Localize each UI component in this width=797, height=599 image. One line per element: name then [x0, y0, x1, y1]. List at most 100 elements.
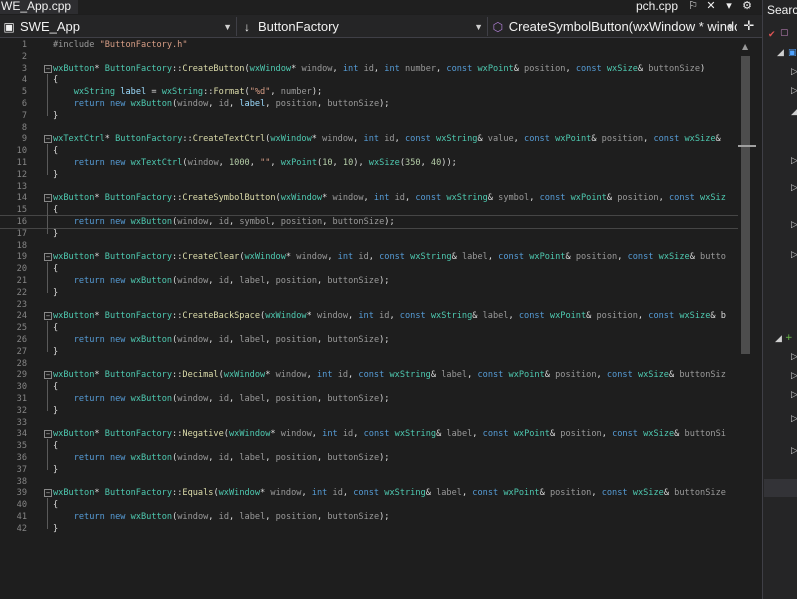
code-line[interactable]: 21 return new wxButton(window, id, label…: [0, 275, 738, 287]
code-line[interactable]: 31 return new wxButton(window, id, label…: [0, 393, 738, 405]
code-line[interactable]: 30 {: [0, 381, 738, 393]
expander-collapsed-icon[interactable]: ▷: [791, 220, 797, 230]
pin-icon[interactable]: ⚐: [687, 0, 699, 14]
code-line[interactable]: 22}: [0, 287, 738, 299]
tab-swe-app-cpp-label: WE_App.cpp: [1, 0, 72, 13]
code-line[interactable]: 11 return new wxTextCtrl(window, 1000, "…: [0, 157, 738, 169]
code-line[interactable]: 5 wxString label = wxString::Format("%d"…: [0, 86, 738, 98]
collapse-region-icon[interactable]: −: [44, 312, 52, 321]
code-line[interactable]: 42}: [0, 523, 738, 535]
code-line[interactable]: 6 return new wxButton(window, id, label,…: [0, 98, 738, 110]
collapse-region-icon[interactable]: −: [44, 430, 52, 439]
code-line[interactable]: 34 − wxButton* ButtonFactory::Negative(wxW…: [0, 428, 738, 440]
code-line[interactable]: 20 {: [0, 263, 738, 275]
line-number: 42: [16, 523, 27, 534]
collapse-region-icon[interactable]: −: [44, 135, 52, 144]
scroll-up-icon[interactable]: ▲: [742, 42, 748, 51]
code-line[interactable]: 9 − wxTextCtrl* ButtonFactory::CreateTextC…: [0, 133, 738, 145]
code-line[interactable]: 2: [0, 51, 738, 63]
line-number: 14: [16, 193, 27, 204]
code-line[interactable]: 23: [0, 299, 738, 311]
code-line[interactable]: 26 return new wxButton(window, id, label…: [0, 334, 738, 346]
expander-collapsed-icon[interactable]: ▷: [791, 156, 797, 166]
code-text: wxButton* ButtonFactory::CreateSymbolBut…: [53, 193, 726, 204]
line-number: 11: [16, 158, 27, 168]
code-line[interactable]: 40 {: [0, 499, 738, 511]
code-text: wxTextCtrl* ButtonFactory::CreateTextCtr…: [53, 134, 726, 145]
code-text: }: [53, 464, 59, 475]
code-line[interactable]: 37}: [0, 464, 738, 476]
code-line[interactable]: 28: [0, 358, 738, 370]
code-line[interactable]: 4{: [0, 74, 738, 86]
solution-search-label: Searc: [767, 3, 797, 17]
expander-collapsed-icon[interactable]: ▷: [791, 250, 797, 260]
code-line[interactable]: 38: [0, 476, 738, 488]
chevron-down-icon[interactable]: ▾: [723, 0, 735, 14]
scrollbar-thumb[interactable]: [741, 56, 750, 354]
collapse-region-icon[interactable]: −: [44, 489, 52, 498]
expander-collapsed-icon[interactable]: ▷: [791, 414, 797, 424]
code-editor[interactable]: 1 #include "ButtonFactory.h" 2 3− wxButton* …: [0, 38, 738, 599]
code-line[interactable]: 36 return new wxButton(window, id, label…: [0, 452, 738, 464]
scope-dropdown[interactable]: ↓ ButtonFactory ▼: [240, 17, 485, 36]
collapse-region-icon[interactable]: −: [44, 253, 52, 262]
close-icon[interactable]: ✕: [705, 0, 717, 14]
code-line[interactable]: 33: [0, 417, 738, 429]
expander-collapsed-icon[interactable]: ▷: [791, 446, 797, 456]
collapse-region-icon[interactable]: −: [44, 194, 52, 203]
line-number: 6: [21, 99, 27, 109]
code-text: {: [53, 382, 59, 393]
gear-icon[interactable]: ⚙: [741, 0, 753, 14]
code-line[interactable]: 12}: [0, 169, 738, 181]
expander-collapsed-icon[interactable]: ▷: [791, 67, 797, 77]
expander-collapsed-icon[interactable]: ▷: [791, 390, 797, 400]
collapse-region-icon[interactable]: −: [44, 64, 52, 73]
project-dropdown[interactable]: ▣ SWE_App ▼: [2, 17, 234, 36]
code-line[interactable]: 19 − wxButton* ButtonFactory::CreateClear(…: [0, 251, 738, 263]
line-number: 34: [16, 429, 27, 440]
member-dropdown[interactable]: ⬡ CreateSymbolButton(wxWindow * windo ▼: [491, 17, 737, 36]
tab-swe-app-cpp[interactable]: WE_App.cpp: [0, 0, 78, 14]
split-window-icon[interactable]: ✛: [740, 17, 758, 36]
expander-expanded-icon[interactable]: ◢: [777, 48, 784, 58]
code-line[interactable]: 39 − wxButton* ButtonFactory::Equals(wxWin…: [0, 487, 738, 499]
code-line[interactable]: 41 return new wxButton(window, id, label…: [0, 511, 738, 523]
code-line[interactable]: 16 return new wxButton(window, id, symbo…: [0, 215, 738, 229]
code-line[interactable]: 25 {: [0, 322, 738, 334]
expander-expanded-icon[interactable]: ◢: [791, 107, 797, 117]
code-line[interactable]: 29 − wxButton* ButtonFactory::Decimal(wxWi…: [0, 369, 738, 381]
code-text: return new wxTextCtrl(window, 1000, "", …: [73, 158, 457, 168]
code-line[interactable]: 7}: [0, 110, 738, 122]
expander-collapsed-icon[interactable]: ▷: [791, 371, 797, 381]
code-line[interactable]: 8: [0, 122, 738, 134]
tab-pch-cpp-label: pch.cpp: [636, 0, 679, 13]
code-line[interactable]: 14 − wxButton* ButtonFactory::CreateSymbol…: [0, 192, 738, 204]
code-line[interactable]: 27}: [0, 346, 738, 358]
solution-search-input[interactable]: Searc: [767, 3, 797, 19]
expander-collapsed-icon[interactable]: ▷: [791, 183, 797, 193]
expander-collapsed-icon[interactable]: ▷: [791, 352, 797, 362]
chevron-down-icon: ▼: [474, 21, 483, 32]
expander-expanded-icon[interactable]: ◢: [775, 334, 782, 344]
solution-explorer-pane: Searc ✔ ▢ ◢ ▣ ▷ ▷ ◢ ▷ ▷ ▷ ▷ ◢ + ▷ ▷ ▷ ▷ …: [762, 0, 797, 599]
code-line[interactable]: 17}: [0, 228, 738, 240]
line-number: 33: [16, 417, 27, 428]
code-text: wxButton* ButtonFactory::Negative(wxWind…: [53, 429, 726, 440]
collapse-region-icon[interactable]: −: [44, 371, 52, 380]
code-line[interactable]: 18: [0, 240, 738, 252]
expander-collapsed-icon[interactable]: ▷: [791, 86, 797, 96]
line-number: 25: [16, 323, 27, 334]
code-line[interactable]: 24 − wxButton* ButtonFactory::CreateBackSp…: [0, 310, 738, 322]
code-line[interactable]: 13: [0, 181, 738, 193]
project-dropdown-label: SWE_App: [20, 19, 80, 34]
project-icon: ▣: [3, 19, 15, 34]
vertical-scrollbar[interactable]: ▲: [738, 38, 756, 599]
scope-dropdown-label: ButtonFactory: [258, 19, 339, 34]
code-line[interactable]: 15 {: [0, 204, 738, 216]
tab-pch-cpp[interactable]: pch.cpp: [636, 0, 678, 14]
code-line[interactable]: 35 {: [0, 440, 738, 452]
code-line[interactable]: 10 {: [0, 145, 738, 157]
code-line[interactable]: 32}: [0, 405, 738, 417]
code-line[interactable]: 1 #include "ButtonFactory.h": [0, 39, 738, 51]
code-line[interactable]: 3 − wxButton* ButtonFactory::CreateButton(…: [0, 63, 738, 75]
